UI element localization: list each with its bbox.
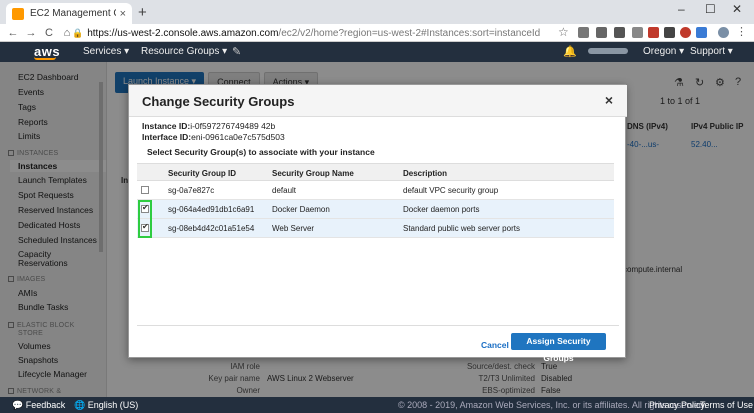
notification-bell-icon[interactable]: 🔔 — [563, 45, 577, 58]
support-menu[interactable]: Support ▾ — [690, 46, 733, 57]
description-cell: default VPC security group — [403, 186, 499, 195]
extension-misc-icon[interactable] — [632, 27, 643, 38]
cancel-button[interactable]: Cancel — [481, 340, 509, 350]
tab-title: EC2 Management Console — [30, 8, 116, 19]
interface-id-row: Interface ID:eni-0961ca0e7c575d503 — [142, 132, 285, 142]
account-menu[interactable] — [588, 48, 628, 54]
aws-favicon-icon — [12, 7, 24, 20]
description-cell: Standard public web server ports — [403, 224, 520, 233]
menu-kebab-icon[interactable]: ⋮ — [736, 25, 747, 38]
group-name-cell: Docker Daemon — [272, 205, 330, 214]
close-icon[interactable]: × — [605, 92, 613, 108]
interface-id-value: eni-0961ca0e7c575d503 — [191, 132, 285, 142]
globe-icon: 🌐 — [74, 400, 86, 410]
new-tab-button[interactable]: + — [138, 4, 147, 21]
region-menu[interactable]: Oregon ▾ — [643, 46, 684, 57]
group-id-cell: sg-0a7e827c — [168, 186, 215, 195]
bookmark-star-icon[interactable]: ☆ — [558, 25, 569, 39]
forward-icon[interactable]: → — [22, 27, 40, 39]
browser-toolbar: ← → C ⌂ 🔒 https://us-west-2.console.aws.… — [0, 24, 754, 42]
browser-tab-bar: EC2 Management Console × + – ☐ ✕ — [0, 0, 754, 24]
instruction-text: Select Security Group(s) to associate wi… — [147, 147, 375, 157]
extension-red-icon[interactable] — [648, 27, 659, 38]
group-id-cell: sg-08eb4d42c01a51e54 — [168, 224, 255, 233]
url-path: /ec2/v2/home?region=us-west-2#Instances:… — [278, 27, 541, 39]
privacy-policy-link[interactable]: Privacy Policy — [649, 400, 705, 410]
window-maximize-button[interactable]: ☐ — [705, 2, 716, 16]
window-minimize-button[interactable]: – — [678, 2, 685, 16]
language-selector[interactable]: 🌐 English (US) — [74, 400, 138, 411]
extension-puzzle-icon[interactable] — [614, 27, 625, 38]
feedback-link[interactable]: 💬 Feedback — [12, 400, 65, 411]
address-bar[interactable]: 🔒 https://us-west-2.console.aws.amazon.c… — [72, 26, 552, 40]
row-checkbox[interactable] — [141, 186, 149, 194]
table-row[interactable]: sg-08eb4d42c01a51e54 Web Server Standard… — [137, 219, 614, 238]
extension-abp-icon[interactable] — [680, 27, 691, 38]
back-icon[interactable]: ← — [4, 27, 22, 39]
column-header-description: Description — [403, 169, 448, 178]
services-menu[interactable]: Services ▾ — [83, 46, 129, 57]
group-name-cell: default — [272, 186, 297, 195]
browser-tab[interactable]: EC2 Management Console × — [6, 3, 132, 24]
group-id-cell: sg-064a4ed91db1c6a91 — [168, 205, 255, 214]
table-row[interactable]: sg-0a7e827c default default VPC security… — [137, 181, 614, 200]
reload-icon[interactable]: C — [40, 27, 58, 39]
feedback-icon: 💬 — [12, 400, 24, 410]
pin-icon[interactable]: ✎ — [232, 45, 241, 58]
url-host: https://us-west-2.console.aws.amazon.com — [87, 27, 279, 39]
table-row[interactable]: sg-064a4ed91db1c6a91 Docker Daemon Docke… — [137, 200, 614, 219]
instance-id-value: i-0f597276749489 42b — [190, 121, 276, 131]
lock-icon: 🔒 — [72, 27, 84, 38]
terms-of-use-link[interactable]: Terms of Use — [700, 400, 753, 410]
window-close-button[interactable]: ✕ — [732, 2, 742, 16]
table-header: Security Group ID Security Group Name De… — [137, 163, 614, 181]
extension-blue-icon[interactable] — [696, 27, 707, 38]
group-name-cell: Web Server — [272, 224, 315, 233]
extension-dark-icon[interactable] — [664, 27, 675, 38]
checkbox-highlight-annotation — [138, 200, 152, 238]
tab-close-icon[interactable]: × — [120, 8, 126, 20]
resource-groups-menu[interactable]: Resource Groups ▾ — [141, 46, 227, 57]
aws-top-nav: aws Services ▾ Resource Groups ▾ ✎ 🔔 Ore… — [0, 42, 754, 62]
change-security-groups-dialog: Change Security Groups × Instance ID:i-0… — [128, 84, 627, 363]
aws-footer: 💬 Feedback 🌐 English (US) © 2008 - 2019,… — [0, 397, 754, 413]
column-header-group-id: Security Group ID — [168, 169, 237, 178]
extension-gear-icon[interactable] — [596, 27, 607, 38]
footer-divider — [137, 325, 619, 326]
profile-avatar-icon[interactable] — [718, 27, 729, 38]
dialog-title: Change Security Groups — [142, 94, 295, 109]
aws-smile-icon — [34, 57, 56, 60]
instance-id-row: Instance ID:i-0f597276749489 42b — [142, 121, 276, 131]
column-header-group-name: Security Group Name — [272, 169, 354, 178]
extension-camera-icon[interactable] — [578, 27, 589, 38]
assign-security-groups-button[interactable]: Assign Security Groups — [511, 333, 606, 363]
dialog-header: Change Security Groups × — [129, 85, 627, 117]
description-cell: Docker daemon ports — [403, 205, 480, 214]
